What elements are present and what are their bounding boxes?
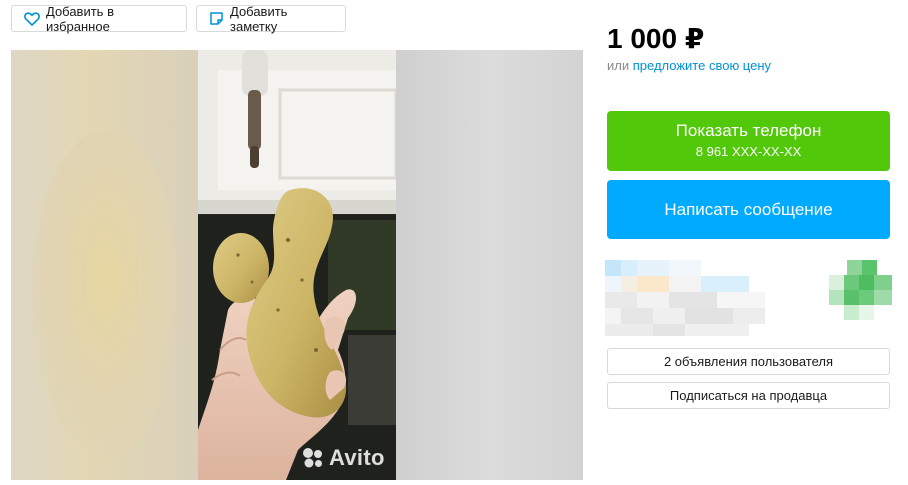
- avito-watermark: Avito: [301, 445, 385, 471]
- offer-prefix: или: [607, 58, 630, 73]
- add-note-button[interactable]: Добавить заметку: [196, 3, 346, 34]
- note-icon: [209, 11, 224, 26]
- avito-logo-icon: [303, 448, 322, 468]
- offer-price-link[interactable]: предложите свою цену: [633, 58, 771, 73]
- listing-photo-gallery[interactable]: Avito: [11, 50, 583, 480]
- blurred-photo-background-left: [11, 50, 198, 480]
- add-to-favorites-button[interactable]: Добавить в избранное: [11, 3, 187, 34]
- blurred-photo-background-right: [396, 50, 583, 480]
- listing-price: 1 000 ₽: [607, 23, 705, 54]
- seller-ads-button[interactable]: 2 объявления пользователя: [607, 348, 890, 375]
- seller-info-pixelated[interactable]: [605, 260, 765, 336]
- add-note-label: Добавить заметку: [230, 3, 288, 34]
- show-phone-label: Показать телефон: [675, 121, 822, 140]
- offer-price-line: или предложите свою цену: [607, 58, 771, 73]
- subscribe-seller-button[interactable]: Подписаться на продавца: [607, 382, 890, 409]
- write-message-button[interactable]: Написать сообщение: [607, 180, 890, 239]
- masked-phone-number: 8 961 XXX-XX-XX: [695, 144, 802, 159]
- heart-icon: [24, 11, 40, 26]
- listing-photo: [198, 50, 396, 480]
- avito-watermark-text: Avito: [329, 445, 385, 470]
- show-phone-button[interactable]: Показать телефон 8 961 XXX-XX-XX: [607, 111, 890, 171]
- seller-avatar-pixelated[interactable]: [829, 260, 892, 326]
- add-to-favorites-label: Добавить в избранное: [46, 3, 114, 34]
